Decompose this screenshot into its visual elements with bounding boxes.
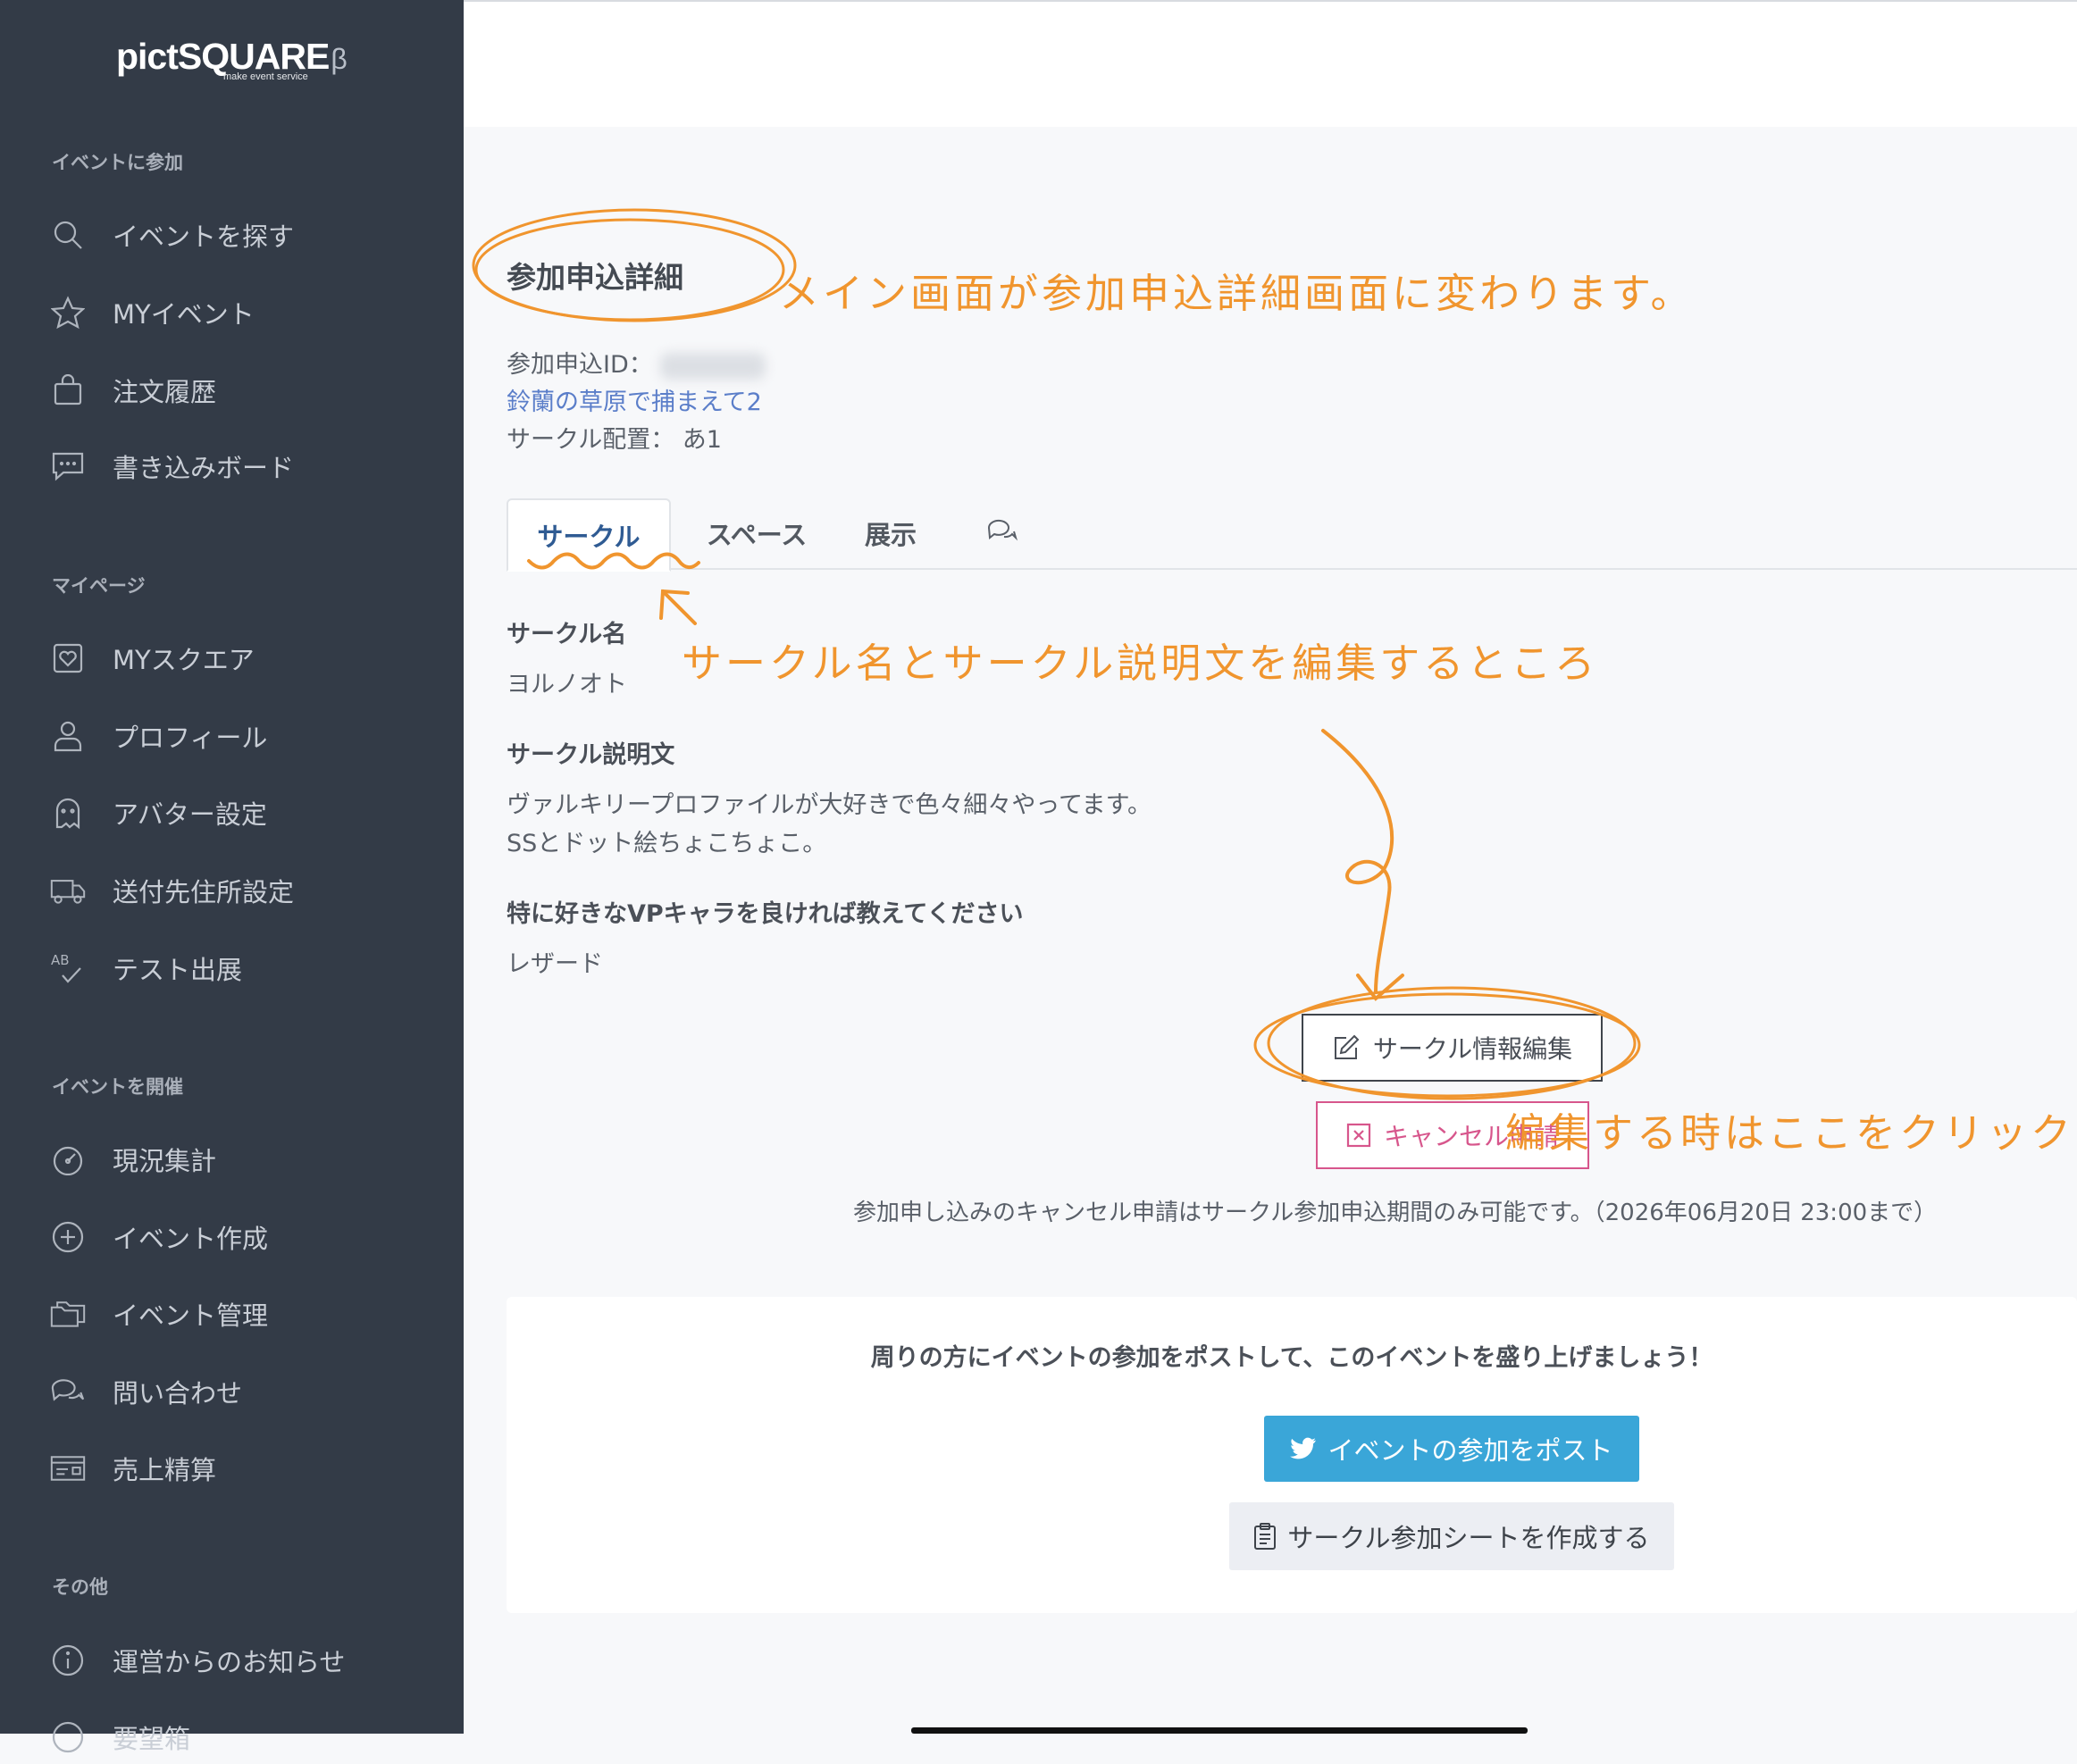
plus-circle-icon <box>50 1219 86 1255</box>
question-value: レザード <box>507 950 603 978</box>
post-participation-button[interactable]: イベントの参加をポスト <box>1264 1416 1639 1482</box>
application-id-value-blurred <box>659 352 766 380</box>
app-logo[interactable]: pictSQUAREβ make event service <box>116 36 348 82</box>
event-link[interactable]: 鈴蘭の草原で捕まえて2 <box>507 382 762 417</box>
edit-circle-info-button[interactable]: サークル情報編集 <box>1302 1014 1603 1082</box>
clipboard-icon <box>1253 1523 1277 1550</box>
edit-icon <box>1332 1033 1361 1062</box>
circle-name-label: サークル名 <box>507 621 627 648</box>
tab-bar: サークル スペース 展示 <box>507 498 2077 572</box>
card-icon <box>50 1450 86 1486</box>
tab-circle[interactable]: サークル <box>507 498 671 572</box>
sidebar-item-create-event[interactable]: イベント作成 <box>50 1210 443 1264</box>
annotation-click-here: 編集する時はここをクリック！ <box>1505 1109 2077 1157</box>
chats-icon <box>50 1374 86 1409</box>
sidebar-item-manage-events[interactable]: イベント管理 <box>50 1287 443 1341</box>
create-circle-sheet-button[interactable]: サークル参加シートを作成する <box>1229 1502 1674 1570</box>
sidebar-item-board[interactable]: 書き込みボード <box>50 439 443 493</box>
star-icon <box>50 295 86 330</box>
sidebar-item-address[interactable]: 送付先住所設定 <box>50 864 443 917</box>
chat-bubble-icon <box>50 1719 86 1755</box>
application-id: 参加申込ID： <box>507 345 766 380</box>
folders-icon <box>50 1296 86 1332</box>
chat-icon <box>50 448 86 484</box>
twitter-bird-icon <box>1290 1437 1317 1460</box>
tab-exhibit[interactable]: 展示 <box>837 498 944 568</box>
tab-space[interactable]: スペース <box>685 498 828 568</box>
ghost-icon <box>50 795 86 831</box>
circle-desc-line2: SSとドット絵ちょこちょこ。 <box>507 830 827 857</box>
sidebar-item-news[interactable]: 運営からのお知らせ <box>50 1634 443 1687</box>
tab-comments[interactable] <box>962 498 1043 568</box>
truck-icon <box>50 873 86 908</box>
share-card: 周りの方にイベントの参加をポストして、このイベントを盛り上げましょう！ イベント… <box>507 1297 2077 1613</box>
comments-icon <box>986 517 1018 550</box>
sidebar-section-host: イベントを開催 <box>52 1076 183 1098</box>
top-bar <box>464 0 2077 127</box>
sidebar-item-requests[interactable]: 要望箱 <box>50 1710 443 1764</box>
circle-desc-label: サークル説明文 <box>507 741 675 769</box>
share-message: 周りの方にイベントの参加をポストして、このイベントを盛り上げましょう！ <box>870 1344 1713 1372</box>
sidebar-item-test-exhibit[interactable]: AB テスト出展 <box>50 941 443 995</box>
horizontal-scrollbar[interactable] <box>911 1727 1528 1734</box>
sidebar-section-mypage: マイページ <box>52 575 146 597</box>
sidebar-item-my-events[interactable]: MYイベント <box>50 286 443 339</box>
close-box-icon <box>1346 1123 1371 1148</box>
circle-placement: サークル配置： あ1 <box>507 426 722 454</box>
sidebar-item-sales[interactable]: 売上精算 <box>50 1442 443 1495</box>
search-icon <box>50 217 86 253</box>
gauge-icon <box>50 1141 86 1177</box>
sidebar-item-status[interactable]: 現況集計 <box>50 1133 443 1186</box>
page-title: 参加申込詳細 <box>507 260 683 295</box>
sidebar-item-inquiry[interactable]: 問い合わせ <box>50 1365 443 1418</box>
annotation-main-change: メイン画面が参加申込詳細画面に変わります。 <box>779 270 1695 317</box>
question-label: 特に好きなVPキャラを良ければ教えてください <box>507 900 1024 928</box>
cancel-note: 参加申し込みのキャンセル申請はサークル参加申込期間のみ可能です。（2026年06… <box>853 1200 1938 1226</box>
sidebar-section-other: その他 <box>52 1576 108 1598</box>
circle-desc-line1: ヴァルキリープロファイルが大好きで色々細々やってます。 <box>507 791 1152 819</box>
sidebar-item-order-history[interactable]: 注文履歴 <box>50 364 443 417</box>
svg-text:AB: AB <box>51 952 70 968</box>
info-icon <box>50 1643 86 1678</box>
ab-check-icon: AB <box>50 950 86 986</box>
circle-name-value: ヨルノオト <box>507 671 627 698</box>
sidebar-section-join: イベントに参加 <box>52 152 183 173</box>
sidebar-item-find-events[interactable]: イベントを探す <box>50 208 443 262</box>
sidebar: pictSQUAREβ make event service イベントに参加 イ… <box>0 0 464 1754</box>
sidebar-item-my-square[interactable]: MYスクエア <box>50 631 443 685</box>
annotation-edit-area: サークル名とサークル説明文を編集するところ <box>682 640 1599 687</box>
sidebar-item-avatar[interactable]: アバター設定 <box>50 786 443 840</box>
bag-icon <box>50 372 86 408</box>
sidebar-item-profile[interactable]: プロフィール <box>50 709 443 763</box>
heart-square-icon <box>50 640 86 676</box>
user-icon <box>50 718 86 754</box>
